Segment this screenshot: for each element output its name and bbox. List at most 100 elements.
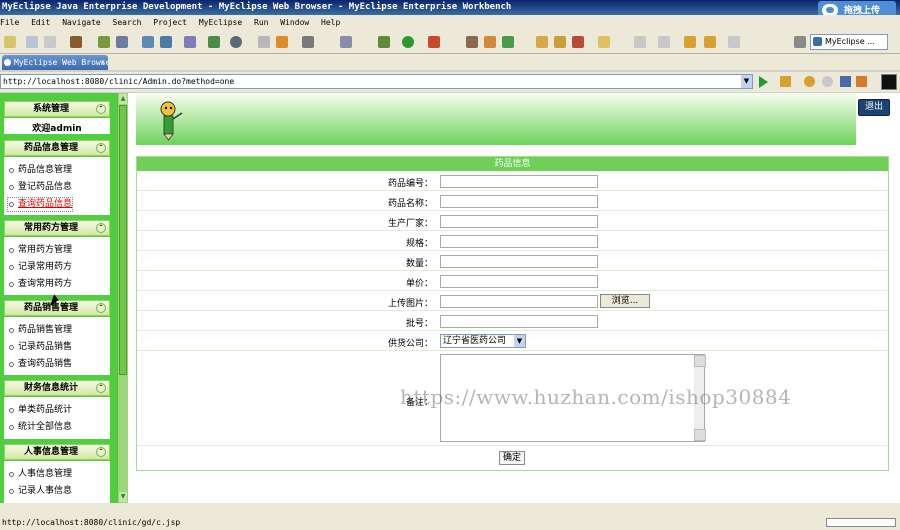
- sidebar-item-single-drug-stats[interactable]: 单类药品统计: [8, 404, 72, 417]
- open-perspective-icon[interactable]: [794, 36, 806, 48]
- bookmark-icon[interactable]: [572, 36, 584, 48]
- print-icon[interactable]: [44, 36, 56, 48]
- last-edit-icon[interactable]: [728, 36, 740, 48]
- sidebar-item-record-sales[interactable]: 记录药品销售: [8, 341, 72, 354]
- sidebar-section-system[interactable]: 系统管理 ⌃: [4, 101, 110, 117]
- gear-icon[interactable]: [378, 36, 390, 48]
- menu-run[interactable]: Run: [254, 18, 268, 27]
- sidebar-item-query-prescription[interactable]: 查询常用药方: [8, 278, 72, 291]
- sidebar-item-record-personnel[interactable]: 记录人事信息: [8, 485, 72, 498]
- menu-window[interactable]: Window: [280, 18, 309, 27]
- menu-help[interactable]: Help: [321, 18, 340, 27]
- batch-number-input[interactable]: [440, 315, 598, 328]
- sidebar-item-register-drug[interactable]: 登记药品信息: [8, 181, 72, 194]
- build-icon[interactable]: [98, 36, 110, 48]
- external-tools-icon[interactable]: [428, 36, 440, 48]
- field-label: 供货公司：: [387, 339, 433, 349]
- form-row: 药品名称：: [137, 191, 888, 211]
- close-icon[interactable]: ×: [100, 55, 105, 70]
- form-row: 数量：: [137, 251, 888, 271]
- drag-upload-button[interactable]: 拖拽上传: [818, 1, 896, 15]
- sidebar-section-finance[interactable]: 财务信息统计 ⌃: [4, 380, 110, 396]
- sidebar-item-query-drug[interactable]: 查询药品信息: [6, 197, 74, 212]
- new-class-icon[interactable]: [466, 36, 478, 48]
- chevron-down-icon[interactable]: ▼: [514, 335, 525, 347]
- form-row: 生产厂家：: [137, 211, 888, 231]
- deploy-icon[interactable]: [142, 36, 154, 48]
- run-icon[interactable]: [402, 36, 414, 48]
- sidebar-section-prescription[interactable]: 常用药方管理 ⌃: [4, 220, 110, 236]
- new-package-icon[interactable]: [484, 36, 496, 48]
- sidebar-item-record-prescription[interactable]: 记录常用药方: [8, 261, 72, 274]
- back-icon[interactable]: [684, 36, 696, 48]
- forward-icon[interactable]: [822, 76, 833, 87]
- sidebar-item-personnel-manage[interactable]: 人事信息管理: [8, 468, 72, 481]
- sidebar-scrollbar[interactable]: ▲ ▼: [117, 93, 128, 503]
- open-type-icon[interactable]: [208, 36, 220, 48]
- scroll-up-icon[interactable]: ▲: [119, 94, 127, 104]
- sidebar-item-prescription-manage[interactable]: 常用药方管理: [8, 244, 72, 257]
- forward-icon[interactable]: [704, 36, 716, 48]
- debug-server-icon[interactable]: [116, 36, 128, 48]
- save-icon[interactable]: [26, 36, 38, 48]
- search-folder-icon[interactable]: [598, 36, 610, 48]
- refresh-icon[interactable]: [276, 36, 288, 48]
- star-icon[interactable]: [780, 76, 791, 87]
- back-icon[interactable]: [804, 76, 815, 87]
- chevron-down-icon[interactable]: ▼: [741, 75, 752, 88]
- confirm-button[interactable]: 确定: [499, 451, 525, 465]
- server-icon[interactable]: [184, 36, 196, 48]
- package-icon[interactable]: [70, 36, 82, 48]
- collapse-icon[interactable]: ⌃: [96, 383, 106, 393]
- stop-icon[interactable]: [840, 76, 851, 87]
- perspective-switcher[interactable]: MyEclipse ...: [810, 34, 888, 50]
- collapse-icon[interactable]: ⌃: [96, 303, 106, 313]
- view-controls[interactable]: [874, 57, 894, 67]
- go-icon[interactable]: [759, 76, 768, 88]
- window-icon[interactable]: [340, 36, 352, 48]
- sidebar-item-query-sales[interactable]: 查询药品销售: [8, 358, 72, 371]
- refresh-icon[interactable]: [856, 76, 867, 87]
- drug-name-input[interactable]: [440, 195, 598, 208]
- logout-button[interactable]: 退出: [858, 99, 890, 116]
- sidebar-item-sales-manage[interactable]: 药品销售管理: [8, 324, 72, 337]
- prev-annotation-icon[interactable]: [658, 36, 670, 48]
- new-icon[interactable]: [4, 36, 16, 48]
- menu-file[interactable]: File: [0, 18, 19, 27]
- manufacturer-input[interactable]: [440, 215, 598, 228]
- drug-id-input[interactable]: [440, 175, 598, 188]
- image-file-input[interactable]: [440, 295, 598, 308]
- sidebar-item-drug-info-manage[interactable]: 药品信息管理: [8, 164, 72, 177]
- sidebar-item-all-stats[interactable]: 统计全部信息: [8, 421, 72, 434]
- spec-input[interactable]: [440, 235, 598, 248]
- scroll-down-icon[interactable]: ▼: [119, 492, 127, 502]
- scroll-thumb[interactable]: [119, 105, 127, 375]
- menu-search[interactable]: Search: [113, 18, 142, 27]
- pencil-icon[interactable]: [554, 36, 566, 48]
- wizard-icon[interactable]: [258, 36, 270, 48]
- sidebar-section-personnel[interactable]: 人事信息管理 ⌃: [4, 444, 110, 460]
- sidebar-section-drug-info[interactable]: 药品信息管理 ⌃: [4, 140, 110, 156]
- next-annotation-icon[interactable]: [634, 36, 646, 48]
- terminal-icon[interactable]: [302, 36, 314, 48]
- menu-myeclipse[interactable]: MyEclipse: [199, 18, 242, 27]
- menu-navigate[interactable]: Navigate: [62, 18, 101, 27]
- color-swatch[interactable]: [881, 74, 897, 90]
- horizontal-scrollbar[interactable]: [0, 503, 900, 516]
- new-interface-icon[interactable]: [502, 36, 514, 48]
- collapse-icon[interactable]: ⌃: [96, 223, 106, 233]
- open-folder-icon[interactable]: [536, 36, 548, 48]
- menu-edit[interactable]: Edit: [31, 18, 50, 27]
- redeploy-icon[interactable]: [160, 36, 172, 48]
- globe-icon[interactable]: [230, 36, 242, 48]
- supplier-select[interactable]: 辽宁省医药公司 ▼: [440, 334, 526, 348]
- tab-web-browser[interactable]: MyEclipse Web Browser ×: [2, 55, 108, 70]
- menu-project[interactable]: Project: [153, 18, 187, 27]
- collapse-icon[interactable]: ⌃: [96, 447, 106, 457]
- browse-button[interactable]: 浏览...: [600, 294, 650, 308]
- collapse-icon[interactable]: ⌃: [96, 143, 106, 153]
- quantity-input[interactable]: [440, 255, 598, 268]
- url-input[interactable]: http://localhost:8080/clinic/Admin.do?me…: [0, 74, 753, 89]
- unit-price-input[interactable]: [440, 275, 598, 288]
- collapse-icon[interactable]: ⌃: [96, 104, 106, 114]
